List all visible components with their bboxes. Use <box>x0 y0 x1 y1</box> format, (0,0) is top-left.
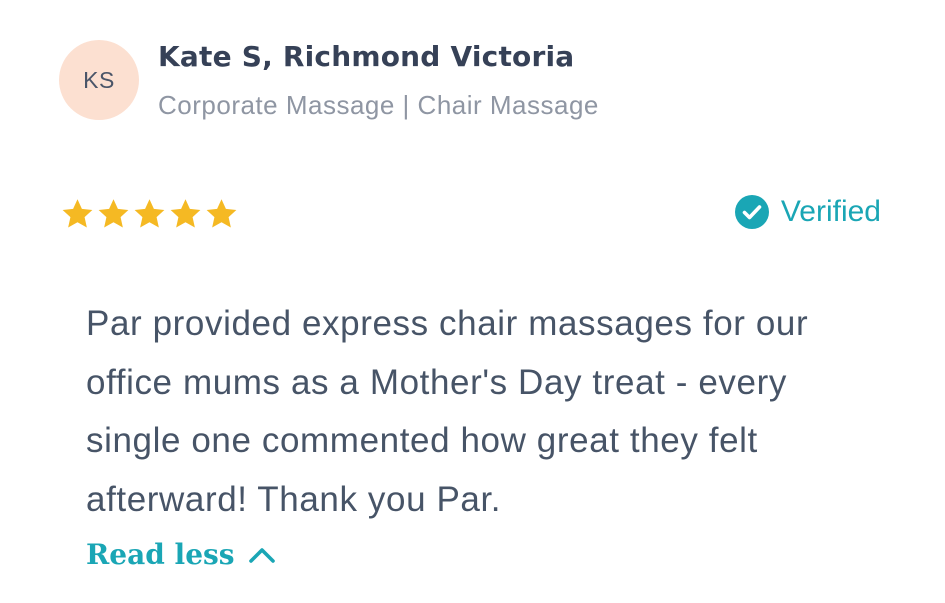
service-category: Corporate Massage | Chair Massage <box>158 90 599 120</box>
star-rating <box>60 197 239 231</box>
avatar-initials: KS <box>83 66 115 93</box>
avatar: KS <box>59 40 139 120</box>
review-card: KS Kate S, Richmond Victoria Corporate M… <box>0 0 945 603</box>
star-icon <box>98 199 129 228</box>
check-circle-icon <box>734 195 769 229</box>
verified-label: Verified <box>780 195 881 228</box>
verified-badge: Verified <box>734 194 881 230</box>
star-icon <box>206 199 237 228</box>
read-less-button[interactable]: Read less <box>86 538 277 571</box>
chevron-up-icon <box>248 547 275 563</box>
reviewer-name: Kate S, Richmond Victoria <box>158 40 575 73</box>
review-text: Par provided express chair massages for … <box>86 304 809 519</box>
star-icon <box>170 199 201 228</box>
star-icon <box>62 199 93 228</box>
read-less-label: Read less <box>86 538 235 571</box>
star-icon <box>134 199 165 228</box>
